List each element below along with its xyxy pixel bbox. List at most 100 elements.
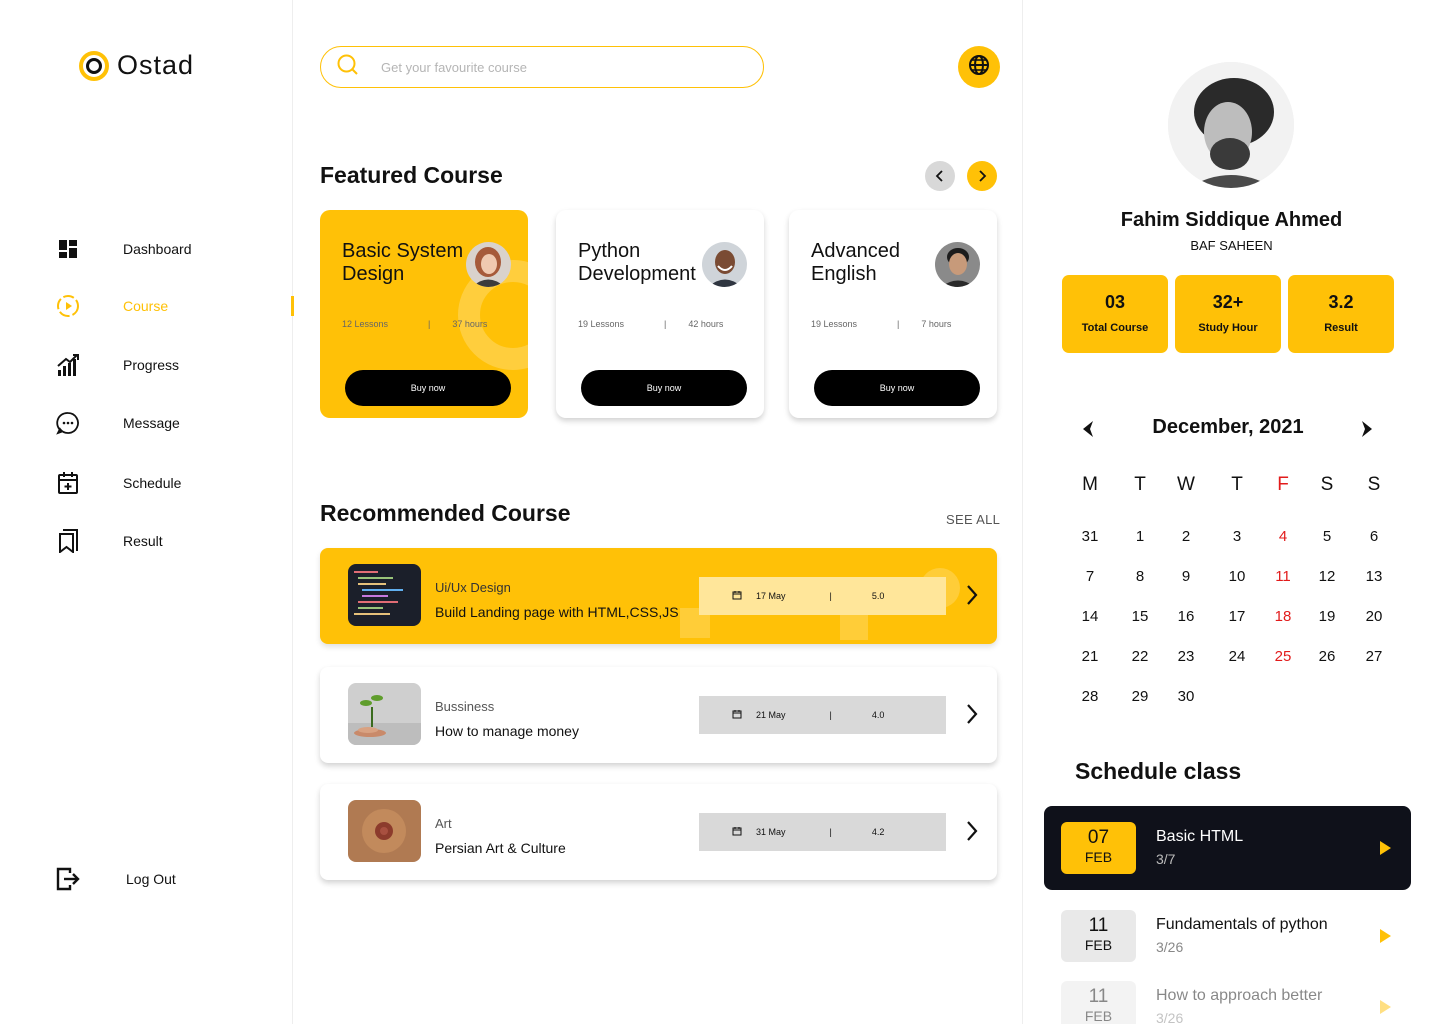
chevron-right-icon[interactable] <box>966 820 978 847</box>
course-thumbnail <box>348 800 421 862</box>
buy-now-button[interactable]: Buy now <box>581 370 747 406</box>
schedule-item[interactable]: 07 FEB Basic HTML 3/7 <box>1044 806 1411 890</box>
brand-name: Ostad <box>117 50 195 80</box>
see-all-link[interactable]: SEE ALL <box>946 512 1000 527</box>
calendar-day[interactable]: 22 <box>1120 648 1160 665</box>
profile-photo <box>1168 62 1294 188</box>
course-date: 17 May <box>756 591 786 601</box>
sidebar-item-course[interactable]: Course <box>55 293 168 319</box>
sidebar: Ostad Dashboard Course Progress Message <box>0 0 294 1024</box>
calendar-day[interactable]: 26 <box>1307 648 1347 665</box>
schedule-subtitle: 3/26 <box>1156 939 1184 955</box>
sidebar-item-schedule[interactable]: Schedule <box>55 470 181 496</box>
sidebar-item-dashboard[interactable]: Dashboard <box>55 236 192 262</box>
info-divider: | <box>829 827 832 837</box>
course-card[interactable]: Advanced English 19 Lessons | 7 hours Bu… <box>789 210 997 418</box>
calendar-weekday: T <box>1134 474 1146 495</box>
course-title: Advanced English <box>811 240 900 285</box>
profile-name: Fahim Siddique Ahmed <box>1120 209 1343 231</box>
play-icon[interactable] <box>1380 929 1391 943</box>
schedule-month: FEB <box>1084 849 1113 865</box>
calendar-next-button[interactable] <box>1359 420 1375 443</box>
play-icon[interactable] <box>1380 841 1391 855</box>
calendar-day[interactable]: 13 <box>1354 568 1394 585</box>
calendar-day[interactable]: 30 <box>1166 688 1206 705</box>
search-input[interactable] <box>381 59 721 75</box>
language-button[interactable] <box>958 46 1000 88</box>
recommended-course-row[interactable]: Art Persian Art & Culture 31 May | 4.2 <box>320 784 997 880</box>
calendar-day[interactable]: 18 <box>1263 608 1303 625</box>
brand-logo[interactable]: Ostad <box>79 50 194 81</box>
course-meta: 19 Lessons | 42 hours <box>578 319 748 329</box>
calendar-day[interactable]: 23 <box>1166 648 1206 665</box>
course-card[interactable]: Python Development 19 Lessons | 42 hours… <box>556 210 764 418</box>
logout-label: Log Out <box>126 871 176 887</box>
chevron-right-icon <box>1362 421 1372 437</box>
sidebar-item-label: Dashboard <box>123 241 192 257</box>
buy-now-button[interactable]: Buy now <box>814 370 980 406</box>
lesson-count: 12 Lessons <box>342 319 389 329</box>
calendar-day[interactable]: 4 <box>1263 528 1303 545</box>
calendar-day[interactable]: 16 <box>1166 608 1206 625</box>
calendar-day[interactable]: 25 <box>1263 648 1303 665</box>
calendar-day[interactable]: 5 <box>1307 528 1347 545</box>
calendar-day[interactable]: 12 <box>1307 568 1347 585</box>
play-icon[interactable] <box>1380 1000 1391 1014</box>
calendar-day[interactable]: 15 <box>1120 608 1160 625</box>
calendar-day[interactable]: 14 <box>1070 608 1110 625</box>
sidebar-item-label: Progress <box>123 357 180 373</box>
buy-now-button[interactable]: Buy now <box>345 370 511 406</box>
row-decoration <box>840 612 868 640</box>
sidebar-item-progress[interactable]: Progress <box>55 352 179 378</box>
calendar-day[interactable]: 17 <box>1217 608 1257 625</box>
search-icon <box>337 54 359 81</box>
chevron-left-icon <box>935 170 943 182</box>
featured-next-button[interactable] <box>967 161 997 191</box>
calendar-day[interactable]: 6 <box>1354 528 1394 545</box>
calendar-day[interactable]: 11 <box>1263 568 1303 585</box>
calendar-day[interactable]: 24 <box>1217 648 1257 665</box>
sidebar-item-label: Message <box>123 415 180 431</box>
calendar-icon <box>732 590 742 602</box>
schedule-month: FEB <box>1084 1008 1113 1024</box>
calendar-day[interactable]: 7 <box>1070 568 1110 585</box>
course-card[interactable]: Basic System Design 12 Lessons | 37 hour… <box>320 210 528 418</box>
chevron-right-icon[interactable] <box>966 703 978 730</box>
instructor-avatar <box>702 242 747 287</box>
course-meta: 19 Lessons | 7 hours <box>811 319 981 329</box>
schedule-date: 11 FEB <box>1061 981 1136 1024</box>
calendar-day[interactable]: 9 <box>1166 568 1206 585</box>
calendar-day[interactable]: 31 <box>1070 528 1110 545</box>
meta-divider: | <box>897 319 900 329</box>
course-icon <box>55 293 81 319</box>
sidebar-item-message[interactable]: Message <box>55 410 180 436</box>
lesson-count: 19 Lessons <box>811 319 858 329</box>
calendar-day[interactable]: 20 <box>1354 608 1394 625</box>
calendar-day[interactable]: 1 <box>1120 528 1160 545</box>
calendar-day[interactable]: 21 <box>1070 648 1110 665</box>
calendar-weekday: S <box>1367 474 1381 495</box>
calendar-day[interactable]: 28 <box>1070 688 1110 705</box>
calendar-day[interactable]: 19 <box>1307 608 1347 625</box>
course-rating: 4.2 <box>871 827 885 837</box>
calendar-weekday: W <box>1177 474 1195 495</box>
recommended-course-row[interactable]: Ui/Ux Design Build Landing page with HTM… <box>320 548 997 644</box>
calendar-day[interactable]: 2 <box>1166 528 1206 545</box>
calendar-weekday: S <box>1320 474 1334 495</box>
stat-value: 3.2 <box>1328 292 1354 312</box>
calendar-day[interactable]: 8 <box>1120 568 1160 585</box>
meta-divider: | <box>428 319 431 329</box>
sidebar-item-result[interactable]: Result <box>55 528 163 554</box>
calendar-day[interactable]: 29 <box>1120 688 1160 705</box>
featured-prev-button[interactable] <box>925 161 955 191</box>
course-name: How to manage money <box>435 723 579 739</box>
calendar-day[interactable]: 3 <box>1217 528 1257 545</box>
chevron-right-icon[interactable] <box>966 584 978 611</box>
schedule-month: FEB <box>1084 937 1113 953</box>
calendar-day[interactable]: 27 <box>1354 648 1394 665</box>
recommended-course-row[interactable]: Bussiness How to manage money 21 May | 4… <box>320 667 997 763</box>
calendar-day[interactable]: 10 <box>1217 568 1257 585</box>
schedule-item[interactable]: 11 FEB How to approach better 3/26 <box>1044 965 1411 1024</box>
dashboard-icon <box>55 236 81 262</box>
logout-button[interactable]: Log Out <box>55 866 176 892</box>
